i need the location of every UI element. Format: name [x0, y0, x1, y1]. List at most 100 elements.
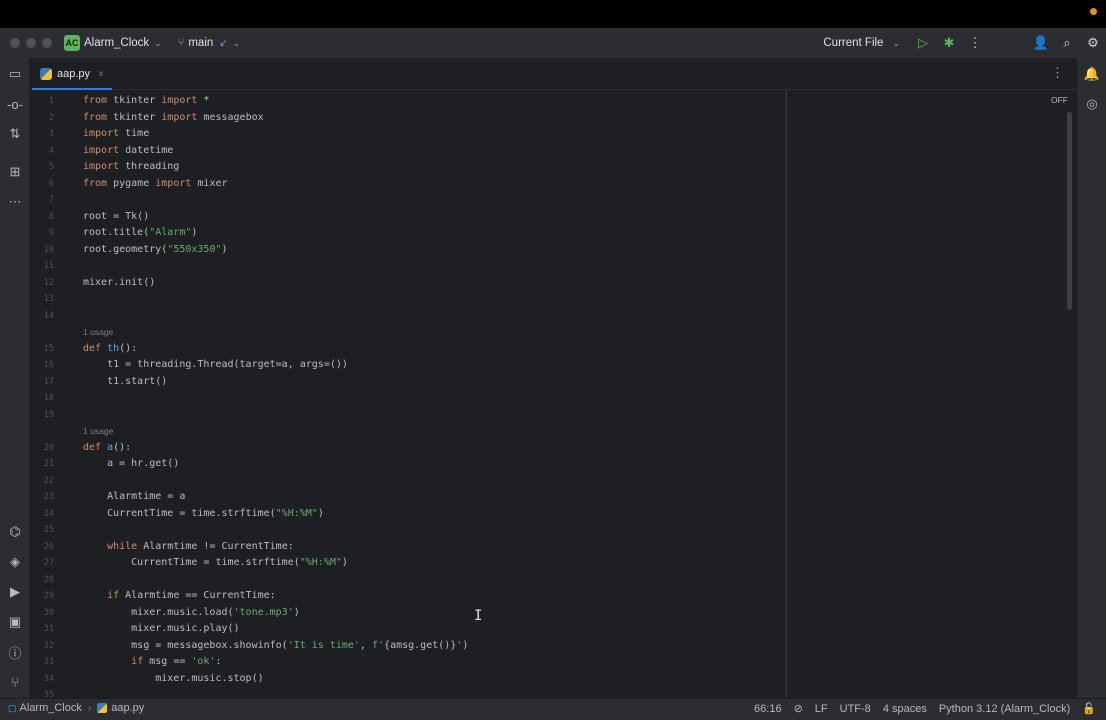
- caret-position[interactable]: 66:16: [754, 703, 782, 715]
- vertical-scrollbar[interactable]: [1067, 112, 1072, 310]
- services-icon[interactable]: ▶: [0, 580, 30, 604]
- breadcrumb-project[interactable]: Alarm_Clock: [20, 702, 82, 714]
- inspection-status[interactable]: OFF: [1051, 95, 1068, 105]
- code-line: 29 if Alarmtime == CurrentTime:: [30, 588, 770, 605]
- code-text: def a():: [83, 441, 132, 453]
- structure-icon[interactable]: ⊞: [0, 160, 30, 184]
- code-line: 3 import time: [30, 126, 770, 143]
- code-text: msg = messagebox.showinfo('It is time', …: [83, 639, 469, 651]
- code-text: Alarmtime = a: [83, 491, 186, 502]
- code-line: 20 def a():: [30, 440, 770, 457]
- line-number: 22: [43, 475, 54, 486]
- line-number: 13: [43, 294, 54, 304]
- run-button[interactable]: ▷: [910, 31, 936, 55]
- no-inspections-icon[interactable]: ⊘: [794, 702, 803, 715]
- run-config-selector[interactable]: Current File: [823, 37, 883, 49]
- code-with-me-icon[interactable]: 👤: [1028, 31, 1054, 55]
- code-line: 25: [30, 522, 770, 539]
- code-text: from pygame import mixer: [83, 177, 228, 189]
- usage-hint-text[interactable]: 1 usage: [83, 423, 113, 440]
- line-number: 25: [43, 525, 54, 535]
- line-number: 29: [43, 591, 54, 601]
- line-number: 20: [43, 442, 54, 453]
- code-line: 1 from tkinter import *: [30, 93, 770, 110]
- git-icon[interactable]: ⑂: [0, 670, 30, 694]
- code-text: root.title("Alarm"): [83, 227, 198, 238]
- code-line: 5 import threading: [30, 159, 770, 176]
- line-number: 12: [43, 277, 54, 288]
- python-console-icon[interactable]: ⌬: [0, 520, 30, 544]
- usage-hint[interactable]: 1 usage: [30, 324, 770, 341]
- code-line: 14: [30, 308, 770, 325]
- python-packages-icon[interactable]: ◈: [0, 550, 30, 574]
- code-line: 19: [30, 407, 770, 424]
- notifications-bell-icon[interactable]: 🔔: [1077, 62, 1106, 86]
- problems-icon[interactable]: ⓘ: [0, 640, 30, 664]
- lock-icon[interactable]: 🔓: [1082, 702, 1096, 715]
- debug-button[interactable]: ✱: [936, 31, 962, 55]
- line-ending[interactable]: LF: [815, 703, 828, 715]
- chevron-down-icon[interactable]: ⌄: [233, 38, 241, 49]
- code-line: 17 t1.start(): [30, 374, 770, 391]
- code-line: 32 msg = messagebox.showinfo('It is time…: [30, 638, 770, 655]
- breadcrumb-file[interactable]: aap.py: [111, 702, 144, 714]
- ai-assistant-icon[interactable]: ◎: [1077, 92, 1106, 116]
- line-number: 21: [43, 459, 54, 469]
- terminal-icon[interactable]: ▣: [0, 610, 30, 634]
- code-text: CurrentTime = time.strftime("%H:%M"): [83, 557, 348, 568]
- line-number: 10: [43, 244, 54, 255]
- line-number: 2: [48, 112, 54, 123]
- project-badge[interactable]: AC: [64, 35, 80, 51]
- line-number: 11: [43, 261, 54, 271]
- title-toolbar: Current File ⌄ ▷ ✱ ⋮ 👤 ⌕ ⚙: [823, 28, 1106, 58]
- more-tools-icon[interactable]: ⋯: [0, 190, 30, 214]
- code-text: import time: [83, 128, 150, 139]
- file-encoding[interactable]: UTF-8: [840, 703, 871, 715]
- window-controls: [10, 38, 52, 48]
- system-menu-bar: [0, 0, 1106, 28]
- line-number: 15: [43, 343, 54, 354]
- line-number: 35: [43, 690, 54, 698]
- editor-tab-bar: aap.py × ⋮: [30, 58, 1076, 91]
- settings-gear-icon[interactable]: ⚙: [1080, 31, 1106, 55]
- chevron-down-icon[interactable]: ⌄: [892, 38, 900, 49]
- zoom-window-button[interactable]: [42, 38, 52, 48]
- project-selector[interactable]: Alarm_Clock: [84, 37, 149, 49]
- search-icon[interactable]: ⌕: [1054, 31, 1080, 55]
- editor-tab[interactable]: aap.py ×: [32, 58, 112, 91]
- code-line: 18: [30, 390, 770, 407]
- code-line: 12 mixer.init(): [30, 275, 770, 292]
- branch-selector[interactable]: main: [188, 37, 213, 49]
- usage-hint[interactable]: 1 usage: [30, 423, 770, 440]
- line-number: 28: [43, 574, 54, 585]
- code-editor[interactable]: 1 from tkinter import * 2 from tkinter impo…: [30, 90, 1076, 698]
- chevron-down-icon[interactable]: ⌄: [154, 38, 162, 49]
- code-line: 7: [30, 192, 770, 209]
- pull-requests-icon[interactable]: ⇅: [0, 122, 30, 146]
- python-file-icon: [40, 68, 52, 80]
- code-line: 23 Alarmtime = a: [30, 489, 770, 506]
- code-text: CurrentTime = time.strftime("%H:%M"): [83, 507, 324, 519]
- project-folder-icon[interactable]: ▭: [0, 62, 30, 86]
- indentation[interactable]: 4 spaces: [883, 703, 927, 715]
- right-tool-strip: 🔔 ◎: [1076, 58, 1106, 698]
- close-tab-icon[interactable]: ×: [98, 69, 104, 80]
- code-line: 15 def th():: [30, 341, 770, 358]
- line-number: 27: [43, 558, 54, 568]
- line-number: 31: [43, 624, 54, 634]
- code-line: 22: [30, 473, 770, 490]
- usage-hint-text[interactable]: 1 usage: [83, 324, 113, 341]
- tab-options-icon[interactable]: ⋮: [1051, 65, 1064, 81]
- recording-indicator: [1090, 8, 1097, 15]
- code-text: from tkinter import messagebox: [83, 111, 264, 123]
- python-interpreter[interactable]: Python 3.12 (Alarm_Clock): [939, 703, 1070, 715]
- close-window-button[interactable]: [10, 38, 20, 48]
- more-actions-icon[interactable]: ⋮: [962, 31, 988, 55]
- line-number: 33: [43, 657, 54, 667]
- commit-icon[interactable]: -o-: [0, 92, 30, 116]
- line-number: 23: [43, 492, 54, 502]
- minimize-window-button[interactable]: [26, 38, 36, 48]
- line-number: 19: [43, 409, 54, 420]
- left-tool-strip: ▭ -o- ⇅ ⊞ ⋯ ⌬ ◈ ▶ ▣ ⓘ ⑂: [0, 58, 30, 698]
- code-text: mixer.music.play(): [83, 623, 240, 634]
